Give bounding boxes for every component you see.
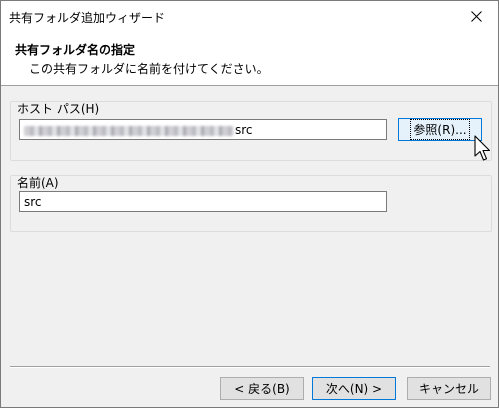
- redacted-path: [24, 125, 234, 136]
- cancel-button-label: キャンセル: [418, 382, 479, 396]
- next-button-label: 次へ(N) >: [325, 382, 383, 396]
- host-path-suffix: src: [235, 123, 253, 137]
- host-path-input[interactable]: src: [19, 119, 387, 140]
- browse-button-label: 参照(R)...: [410, 119, 470, 140]
- window-title: 共有フォルダ追加ウィザード: [9, 11, 166, 25]
- host-path-group: ホスト パス(H) src 参照(R)...: [10, 101, 492, 161]
- page-description: この共有フォルダに名前を付けてください。: [29, 62, 269, 76]
- back-button-label: < 戻る(B): [234, 382, 290, 396]
- name-label: 名前(A): [17, 176, 59, 190]
- close-icon: [470, 10, 482, 22]
- wizard-header: 共有フォルダ名の指定 この共有フォルダに名前を付けてください。: [1, 31, 498, 86]
- mouse-cursor-icon: [474, 135, 491, 161]
- host-path-label: ホスト パス(H): [17, 102, 100, 116]
- back-button[interactable]: < 戻る(B): [220, 377, 304, 400]
- wizard-window: 共有フォルダ追加ウィザード 共有フォルダ名の指定 この共有フォルダに名前を付けて…: [0, 0, 499, 408]
- title-bar: 共有フォルダ追加ウィザード: [1, 1, 498, 31]
- browse-button[interactable]: 参照(R)...: [398, 118, 482, 141]
- footer-divider: [10, 366, 490, 368]
- next-button[interactable]: 次へ(N) >: [312, 377, 396, 400]
- name-input[interactable]: src: [19, 191, 387, 212]
- cancel-button[interactable]: キャンセル: [407, 377, 491, 400]
- page-title: 共有フォルダ名の指定: [15, 43, 136, 57]
- close-button[interactable]: [454, 1, 498, 31]
- name-group: 名前(A) src: [10, 175, 492, 232]
